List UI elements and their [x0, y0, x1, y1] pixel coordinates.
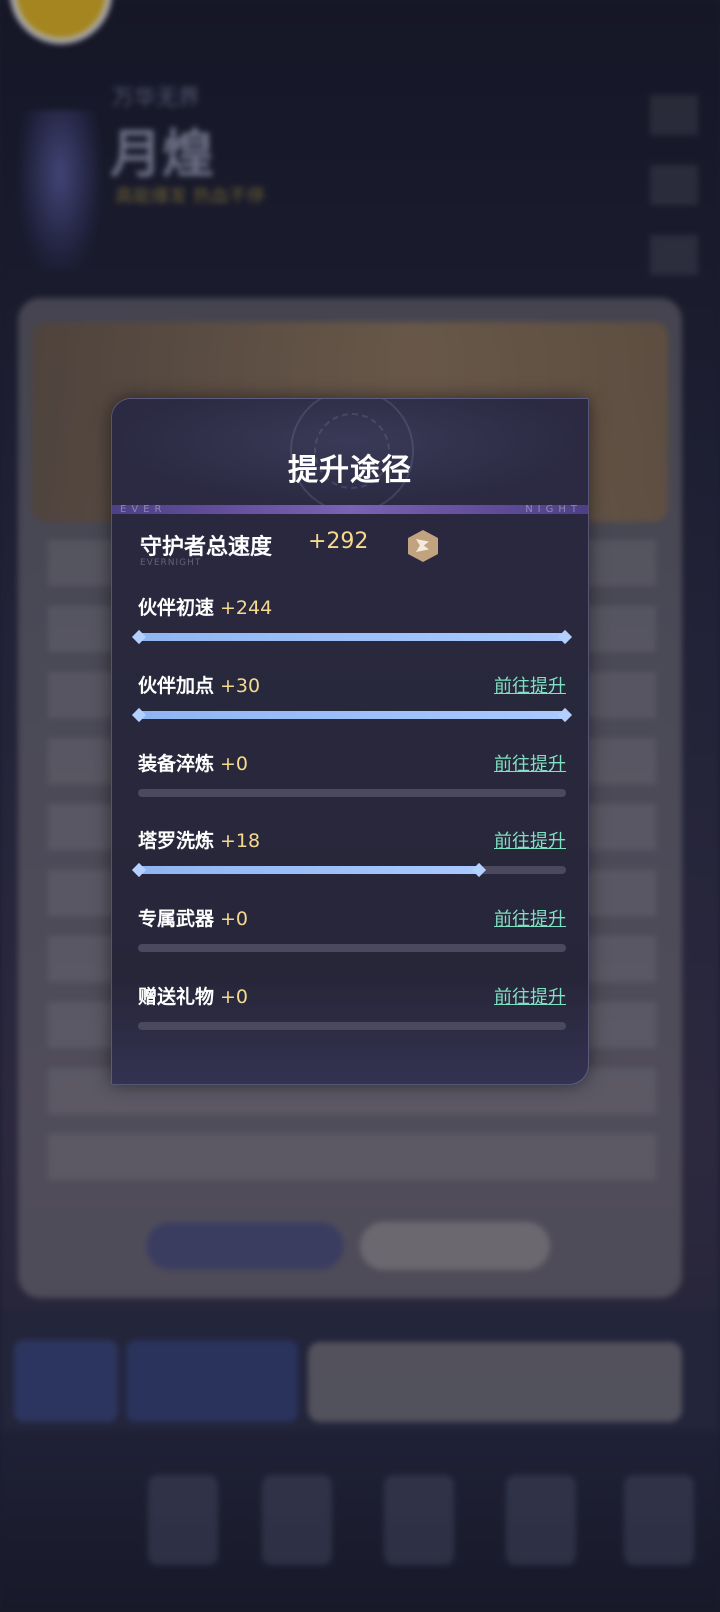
upgrade-source-row: 塔罗洗炼 +18 前往提升: [138, 826, 566, 886]
progress-track: [138, 866, 566, 874]
dialog-title: 提升途径: [288, 453, 412, 488]
upgrade-source-row: 专属武器 +0 前往提升: [138, 904, 566, 964]
upgrade-source-name: 伙伴加点: [138, 675, 215, 697]
upgrade-source-row: 装备淬炼 +0 前往提升: [138, 749, 566, 809]
strip-text-right: NIGHT: [525, 504, 582, 515]
upgrade-source-label: 伙伴加点 +30: [138, 671, 260, 698]
progress-fill: [138, 866, 481, 874]
progress-fill: [138, 633, 566, 641]
strip-text-left: EVER: [120, 504, 167, 515]
progress-track: [138, 711, 566, 719]
go-upgrade-link[interactable]: 前往提升: [494, 983, 566, 1009]
header-divider-strip: [112, 505, 588, 514]
upgrade-source-name: 装备淬炼: [138, 753, 215, 775]
progress-track: [138, 633, 566, 641]
go-upgrade-link[interactable]: 前往提升: [494, 750, 566, 776]
upgrade-source-value: +0: [220, 986, 249, 1008]
upgrade-source-name: 伙伴初速: [138, 597, 215, 619]
upgrade-source-value: +30: [220, 675, 261, 697]
speed-wing-icon: [408, 530, 438, 562]
go-upgrade-link[interactable]: 前往提升: [494, 905, 566, 931]
progress-track: [138, 944, 566, 952]
upgrade-source-label: 赠送礼物 +0: [138, 982, 248, 1009]
upgrade-source-row: 伙伴初速 +244: [138, 593, 566, 653]
upgrade-source-label: 伙伴初速 +244: [138, 593, 272, 620]
progress-track: [138, 1022, 566, 1030]
upgrade-source-value: +0: [220, 753, 249, 775]
upgrade-source-name: 塔罗洗炼: [138, 830, 215, 852]
upgrade-source-label: 专属武器 +0: [138, 904, 248, 931]
go-upgrade-link[interactable]: 前往提升: [494, 672, 566, 698]
progress-track: [138, 789, 566, 797]
upgrade-source-value: +18: [220, 830, 261, 852]
upgrade-source-row: 赠送礼物 +0 前往提升: [138, 982, 566, 1042]
upgrade-source-value: +244: [220, 597, 273, 619]
total-speed-watermark: EVERNIGHT: [140, 558, 202, 568]
total-speed-label: 守护者总速度: [140, 534, 273, 560]
total-speed-value: +292: [308, 529, 369, 554]
upgrade-source-label: 装备淬炼 +0: [138, 749, 248, 776]
progress-fill: [138, 711, 566, 719]
upgrade-source-row: 伙伴加点 +30 前往提升: [138, 671, 566, 731]
upgrade-source-name: 赠送礼物: [138, 986, 215, 1008]
dialog-header: 提升途径: [112, 399, 588, 513]
go-upgrade-link[interactable]: 前往提升: [494, 827, 566, 853]
upgrade-source-value: +0: [220, 908, 249, 930]
upgrade-source-label: 塔罗洗炼 +18: [138, 826, 260, 853]
upgrade-path-dialog: 提升途径 EVER NIGHT 守护者总速度 +292 EVERNIGHT 伙伴…: [111, 398, 589, 1085]
upgrade-source-name: 专属武器: [138, 908, 215, 930]
